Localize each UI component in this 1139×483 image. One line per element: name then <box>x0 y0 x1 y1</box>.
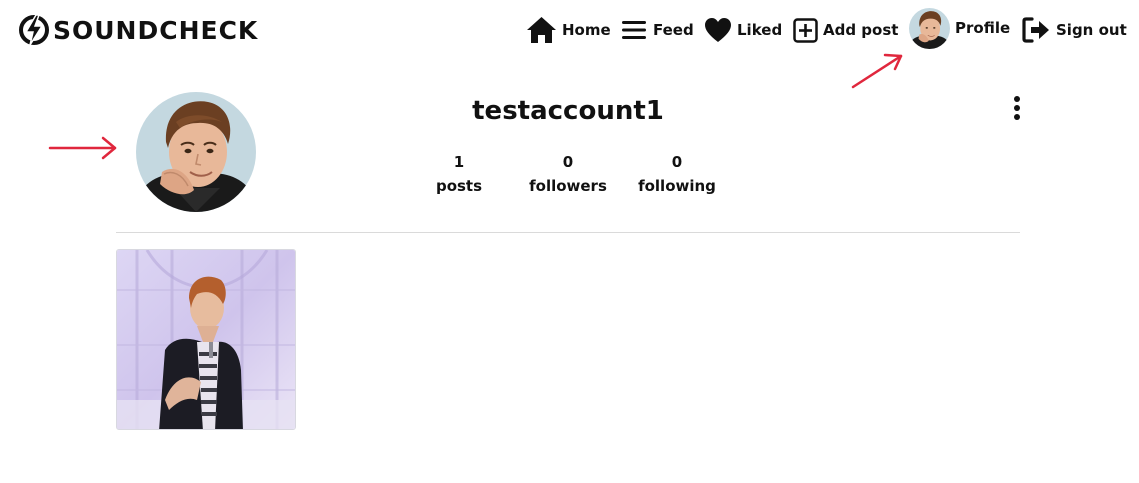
nav-sign-out[interactable]: Sign out <box>1022 12 1127 48</box>
avatar <box>136 92 256 212</box>
stat-followers[interactable]: 0 followers <box>518 150 618 198</box>
annotation-arrow-icon <box>48 136 117 160</box>
nav-feed[interactable]: Feed <box>620 12 694 48</box>
stat-posts[interactable]: 1 posts <box>409 150 509 198</box>
stat-label: following <box>638 177 716 195</box>
avatar <box>909 7 950 49</box>
annotation-arrow-icon <box>851 53 903 89</box>
stat-value: 0 <box>671 153 683 171</box>
stat-label: posts <box>435 177 483 195</box>
nav-profile[interactable]: Profile <box>909 7 1011 49</box>
nav-home-label: Home <box>562 21 611 39</box>
brand-name: SOUNDCHECK <box>53 15 259 45</box>
sign-out-icon <box>1022 17 1049 43</box>
post-thumbnail[interactable] <box>116 249 296 430</box>
heart-icon <box>705 18 731 42</box>
post-image <box>117 250 295 429</box>
nav-liked[interactable]: Liked <box>704 12 782 48</box>
stat-following[interactable]: 0 following <box>627 150 727 198</box>
stat-label: followers <box>529 177 607 195</box>
nav-add-post-label: Add post <box>823 21 899 39</box>
navbar: SOUNDCHECK Home Feed Liked Add post Prof… <box>0 0 1139 60</box>
lightning-bolt-icon <box>19 14 49 46</box>
nav-add-post[interactable]: Add post <box>793 12 898 48</box>
stat-value: 0 <box>562 153 574 171</box>
kebab-menu-icon[interactable] <box>1006 94 1028 122</box>
brand-logo[interactable]: SOUNDCHECK <box>19 13 258 47</box>
divider <box>116 232 1020 233</box>
nav-feed-label: Feed <box>653 21 694 39</box>
stat-value: 1 <box>453 153 465 171</box>
profile-avatar[interactable] <box>136 92 256 212</box>
nav-sign-out-label: Sign out <box>1056 21 1127 39</box>
menu-lines-icon <box>622 21 646 39</box>
nav-liked-label: Liked <box>737 21 783 39</box>
profile-username: testaccount1 <box>472 96 664 126</box>
plus-square-icon <box>793 17 818 43</box>
home-icon <box>527 17 556 43</box>
nav-home[interactable]: Home <box>526 12 611 48</box>
nav-profile-label: Profile <box>955 19 1011 37</box>
